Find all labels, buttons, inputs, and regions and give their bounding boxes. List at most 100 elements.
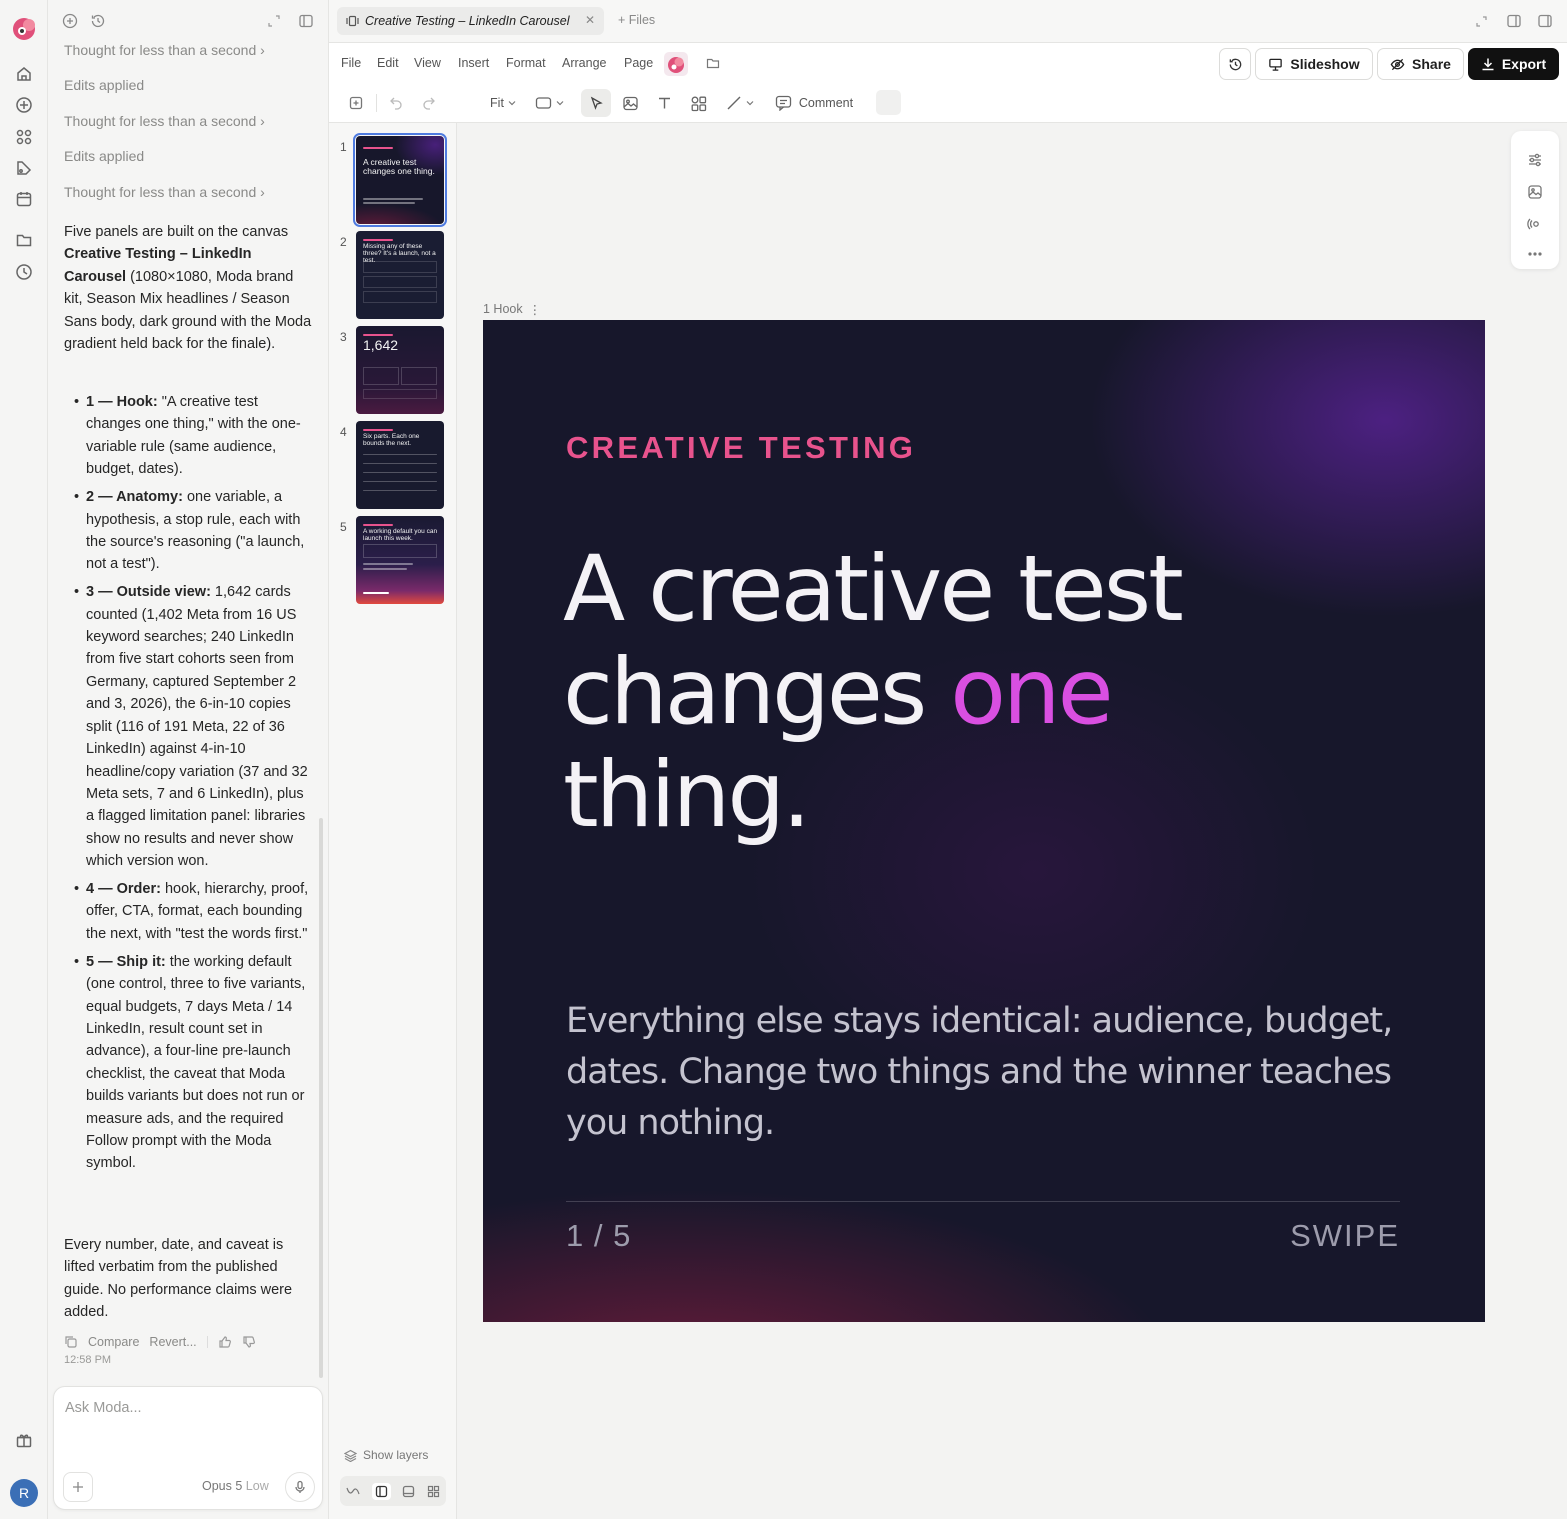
new-icon[interactable] [12, 93, 36, 117]
thumbnail-slide-5[interactable]: A working default you can launch this we… [356, 516, 444, 604]
chat-history-icon[interactable] [90, 13, 106, 29]
elements-tool[interactable] [687, 89, 709, 117]
close-tab-icon[interactable]: ✕ [585, 13, 595, 27]
moda-logo[interactable] [10, 14, 38, 42]
thought-label: Thought for less than a second [64, 184, 257, 200]
line-icon [727, 96, 741, 110]
menu-view[interactable]: View [414, 56, 441, 70]
chevron-down-icon [746, 101, 754, 106]
folder-icon[interactable] [706, 56, 720, 70]
thought-toggle[interactable]: Thought for less than a second › [64, 42, 265, 58]
image-icon[interactable] [1526, 183, 1544, 201]
menu-file[interactable]: File [341, 56, 361, 70]
text-icon [658, 97, 670, 108]
home-icon[interactable] [12, 62, 36, 86]
menu-arrange[interactable]: Arrange [562, 56, 606, 70]
add-page-icon[interactable] [346, 89, 366, 117]
thumbnail-text [363, 568, 407, 570]
menu-insert[interactable]: Insert [458, 56, 489, 70]
layers-icon [344, 1449, 357, 1462]
user-avatar[interactable]: R [10, 1479, 38, 1507]
list-item: 5 — Ship it: the working default (one co… [64, 951, 312, 1175]
slide-pager[interactable]: 1 / 5 [566, 1218, 631, 1254]
comment-label: Comment [798, 96, 854, 110]
adjust-icon[interactable] [1526, 151, 1544, 169]
revert-button[interactable]: Revert... [149, 1335, 196, 1349]
list-item-label: 3 — Outside view: [86, 584, 211, 601]
broadcast-icon[interactable] [1526, 215, 1544, 233]
canvas[interactable]: 1 Hook ⋮ CREATIVE TESTING A creative tes… [457, 123, 1567, 1519]
microphone-icon[interactable] [285, 1472, 315, 1502]
gift-icon[interactable] [12, 1428, 36, 1452]
menu-format[interactable]: Format [506, 56, 546, 70]
thumbs-up-icon[interactable] [218, 1335, 232, 1349]
slide-headline[interactable]: A creative test changes one thing. [563, 538, 1323, 847]
list-item-label: 5 — Ship it: [86, 953, 166, 970]
thumbnail-eyebrow [363, 524, 393, 526]
undo-icon[interactable] [386, 89, 406, 117]
chat-input[interactable] [65, 1400, 305, 1416]
add-files-button[interactable]: + Files [618, 13, 655, 27]
frame-label[interactable]: 1 Hook ⋮ [483, 302, 541, 317]
zoom-label: Fit [490, 96, 504, 110]
menu-page[interactable]: Page [624, 56, 653, 70]
share-button[interactable]: Share [1377, 48, 1464, 80]
slide-eyebrow[interactable]: CREATIVE TESTING [566, 430, 916, 466]
collapse-icon[interactable] [267, 14, 281, 28]
thought-toggle[interactable]: Thought for less than a second › [64, 113, 265, 129]
model-selector[interactable]: Opus 5 Low [202, 1479, 269, 1493]
compare-button[interactable]: Compare [88, 1335, 139, 1349]
slide-frame[interactable]: CREATIVE TESTING A creative test changes… [483, 320, 1485, 1322]
brand-kit-icon[interactable] [12, 156, 36, 180]
attach-button[interactable] [63, 1472, 93, 1502]
copy-icon[interactable] [64, 1335, 78, 1349]
show-layers-button[interactable]: Show layers [344, 1448, 428, 1462]
thumbnail-slide-2[interactable]: Missing any of these three? It's a launc… [356, 231, 444, 319]
sidebar-toggle-icon[interactable] [298, 13, 314, 29]
presentation-icon [1269, 58, 1283, 71]
thumbnail-slide-1[interactable]: A creative test changes one thing. [353, 133, 447, 227]
version-history-button[interactable] [1219, 48, 1251, 80]
slide-swipe-label[interactable]: SWIPE [1290, 1218, 1400, 1254]
shapes-icon [691, 96, 706, 111]
text-tool[interactable] [653, 89, 675, 117]
thumbnail-slide-4[interactable]: Six parts. Each one bounds the next. [356, 421, 444, 509]
slide-body[interactable]: Everything else stays identical: audienc… [566, 996, 1406, 1149]
menu-edit[interactable]: Edit [377, 56, 399, 70]
calendar-icon[interactable] [12, 187, 36, 211]
select-tool[interactable] [581, 89, 611, 117]
list-item: 1 — Hook: "A creative test changes one t… [64, 391, 312, 481]
thumbs-down-icon[interactable] [242, 1335, 256, 1349]
image-tool[interactable] [619, 89, 641, 117]
zoom-select[interactable]: Fit [487, 89, 519, 117]
frame-shape-select[interactable] [532, 89, 566, 117]
grid-view-icon[interactable] [427, 1485, 440, 1498]
frame-menu-icon[interactable]: ⋮ [529, 302, 542, 317]
thumbnail-title: 1,642 [363, 337, 399, 353]
thought-toggle[interactable]: Thought for less than a second › [64, 184, 265, 200]
list-item: 3 — Outside view: 1,642 cards counted (1… [64, 581, 312, 872]
history-icon[interactable] [12, 260, 36, 284]
apps-icon[interactable] [12, 125, 36, 149]
export-button[interactable]: Export [1468, 48, 1559, 80]
single-view-icon[interactable] [371, 1482, 391, 1500]
chat-scrollbar[interactable] [319, 818, 323, 1378]
filmstrip-icon[interactable] [402, 1485, 415, 1498]
comment-button[interactable]: Comment [772, 89, 856, 117]
line-tool[interactable] [722, 89, 758, 117]
more-icon[interactable] [1526, 245, 1544, 263]
redo-icon[interactable] [419, 89, 439, 117]
chat-messages[interactable]: Thought for less than a second › Edits a… [48, 42, 329, 1372]
fill-color-swatch[interactable] [876, 90, 901, 115]
restore-icon[interactable] [1475, 15, 1488, 28]
panel-right-icon[interactable] [1537, 13, 1553, 29]
loop-icon[interactable] [346, 1486, 360, 1496]
document-tab[interactable]: Creative Testing – LinkedIn Carousel ✕ [337, 7, 604, 35]
slideshow-button[interactable]: Slideshow [1255, 48, 1373, 80]
new-chat-icon[interactable] [62, 13, 78, 29]
folder-icon[interactable] [12, 228, 36, 252]
thumbnail-slide-3[interactable]: 1,642 [356, 326, 444, 414]
split-view-icon[interactable] [1506, 13, 1522, 29]
thumbnail-card [363, 291, 437, 303]
brand-avatar-icon[interactable] [664, 52, 688, 76]
